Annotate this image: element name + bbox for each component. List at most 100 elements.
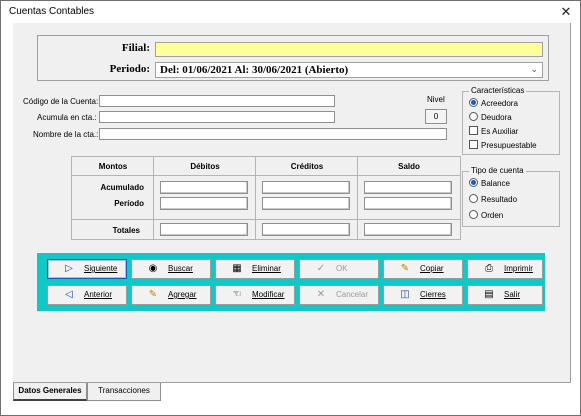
cuentas-contables-window: Cuentas Contables ✕ Filial: Periodo: Del… [0,0,581,416]
cierres-button[interactable]: ◫ Cierres [383,285,463,305]
nivel-value: 0 [425,109,447,124]
acreedora-label: Acreedora [481,99,518,108]
printer-icon: ⎙ [485,263,493,274]
deudora-label: Deudora [481,113,512,122]
filial-input[interactable] [155,42,543,57]
orden-radio[interactable]: Orden [469,210,503,222]
saldo-totales-field[interactable] [364,223,452,236]
window-title: Cuentas Contables [9,6,95,17]
buscar-button[interactable]: ◉ Buscar [131,259,211,279]
agregar-label: Agregar [168,290,197,299]
acumulado-label: Acumulado [100,183,144,192]
close-icon[interactable]: ✕ [556,3,576,21]
radio-selected-icon [469,178,478,187]
montos-header: Montos [98,162,128,171]
acumula-label: Acumula en cta.: [37,113,97,122]
agregar-button[interactable]: ✎ Agregar [131,285,211,305]
radio-icon [469,112,478,121]
periodo-select[interactable]: Del: 01/06/2021 Al: 30/06/2021 (Abierto)… [155,62,543,78]
checkbox-icon [469,126,478,135]
trash-icon: ▦ [232,263,242,274]
anterior-button[interactable]: ◁ Anterior [47,285,127,305]
resultado-label: Resultado [481,195,518,204]
action-button-panel: ▷ Siguiente ◉ Buscar ▦ Eliminar ✓ OK ✎ C… [37,253,545,311]
eliminar-button[interactable]: ▦ Eliminar [215,259,295,279]
presupuestable-label: Presupuestable [481,141,537,150]
hand-point-icon: ☜ [232,289,242,300]
cancelar-button[interactable]: ✕ Cancelar [299,285,379,305]
codigo-label: Código de la Cuenta: [23,97,99,106]
checkbox-icon [469,140,478,149]
header-box: Filial: Periodo: Del: 01/06/2021 Al: 30/… [37,35,549,81]
creditos-periodo-field[interactable] [262,197,350,210]
client-area: Filial: Periodo: Del: 01/06/2021 Al: 30/… [13,23,571,383]
es-auxiliar-label: Es Auxiliar [481,127,519,136]
chevron-down-icon[interactable]: ⌄ [530,63,538,77]
saldo-acumulado-field[interactable] [364,181,452,194]
debitos-totales-field[interactable] [160,223,248,236]
cross-icon: ✕ [316,289,326,300]
periodo-row-label: Período [114,199,144,208]
imprimir-button[interactable]: ⎙ Imprimir [467,259,543,279]
nombre-label: Nombre de la cta.: [33,130,99,139]
balance-radio[interactable]: Balance [469,178,510,190]
periodo-label: Periodo: [109,63,150,75]
salir-button[interactable]: ▤ Salir [467,285,543,305]
filial-label: Filial: [121,42,150,54]
presupuestable-checkbox[interactable]: Presupuestable [469,140,537,152]
orden-label: Orden [481,211,504,220]
buscar-label: Buscar [168,264,193,273]
totales-label: Totales [112,226,140,235]
radio-selected-icon [469,98,478,107]
modificar-button[interactable]: ☜ Modificar [215,285,295,305]
nivel-label: Nivel [427,95,445,104]
modificar-label: Modificar [252,290,285,299]
debitos-periodo-field[interactable] [160,197,248,210]
siguiente-label: Siguiente [84,264,118,273]
radio-icon [469,194,478,203]
creditos-acumulado-field[interactable] [262,181,350,194]
imprimir-label: Imprimir [504,264,533,273]
nombre-field[interactable] [99,128,447,140]
tab-transacciones[interactable]: Transacciones [87,383,161,401]
caracteristicas-title: Características [469,86,527,95]
siguiente-button[interactable]: ▷ Siguiente [47,259,127,279]
anterior-label: Anterior [84,290,113,299]
balance-label: Balance [481,179,510,188]
binoculars-icon: ◉ [148,263,158,274]
debitos-acumulado-field[interactable] [160,181,248,194]
header-divider [72,175,460,176]
acreedora-radio[interactable]: Acreedora [469,98,518,110]
es-auxiliar-checkbox[interactable]: Es Auxiliar [469,126,518,138]
saldo-header: Saldo [398,162,420,171]
copiar-button[interactable]: ✎ Copiar [383,259,463,279]
radio-icon [469,210,478,219]
creditos-header: Créditos [290,162,324,171]
periodo-value: Del: 01/06/2021 Al: 30/06/2021 (Abierto) [160,64,349,76]
pencil-icon: ✎ [400,263,410,274]
tab-datos-generales[interactable]: Datos Generales [13,383,87,401]
title-bar: Cuentas Contables ✕ [1,1,580,23]
ok-button[interactable]: ✓ OK [299,259,379,279]
tipo-cuenta-title: Tipo de cuenta [469,166,526,175]
cancelar-label: Cancelar [336,290,369,299]
ok-label: OK [336,264,348,273]
resultado-radio[interactable]: Resultado [469,194,517,206]
montos-grid: Montos Débitos Créditos Saldo Acumulado … [71,156,461,240]
cierres-label: Cierres [420,290,446,299]
pencil-icon: ✎ [148,289,158,300]
tipo-cuenta-group: Tipo de cuenta Balance Resultado Orden [462,166,560,227]
salir-label: Salir [504,290,521,299]
saldo-periodo-field[interactable] [364,197,452,210]
totales-divider [72,219,460,220]
eliminar-label: Eliminar [252,264,281,273]
deudora-radio[interactable]: Deudora [469,112,512,124]
acumula-field[interactable] [99,111,335,123]
codigo-field[interactable] [99,95,335,107]
checkmark-icon: ✓ [316,263,326,274]
play-right-icon: ▷ [65,263,73,274]
flow-boxes-icon: ◫ [400,289,410,300]
door-exit-icon: ▤ [484,289,494,300]
copiar-label: Copiar [420,264,444,273]
creditos-totales-field[interactable] [262,223,350,236]
